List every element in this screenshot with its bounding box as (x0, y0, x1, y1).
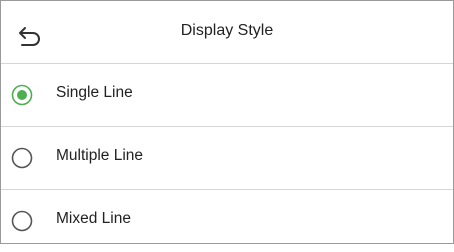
option-label: Mixed Line (56, 210, 131, 227)
radio-selected-icon[interactable] (11, 84, 33, 106)
option-label: Single Line (56, 84, 133, 101)
radio-unselected-icon[interactable] (11, 147, 33, 169)
option-single-line[interactable]: Single Line (1, 64, 453, 127)
page-title: Display Style (180, 22, 274, 39)
display-style-screen: Display Style Single Line Multiple Line … (0, 0, 454, 244)
radio-unselected-icon[interactable] (11, 210, 33, 232)
option-label: Multiple Line (56, 147, 144, 164)
option-mixed-line[interactable]: Mixed Line (1, 190, 453, 252)
option-multiple-line[interactable]: Multiple Line (1, 127, 453, 190)
header-bar: Display Style (1, 1, 453, 64)
